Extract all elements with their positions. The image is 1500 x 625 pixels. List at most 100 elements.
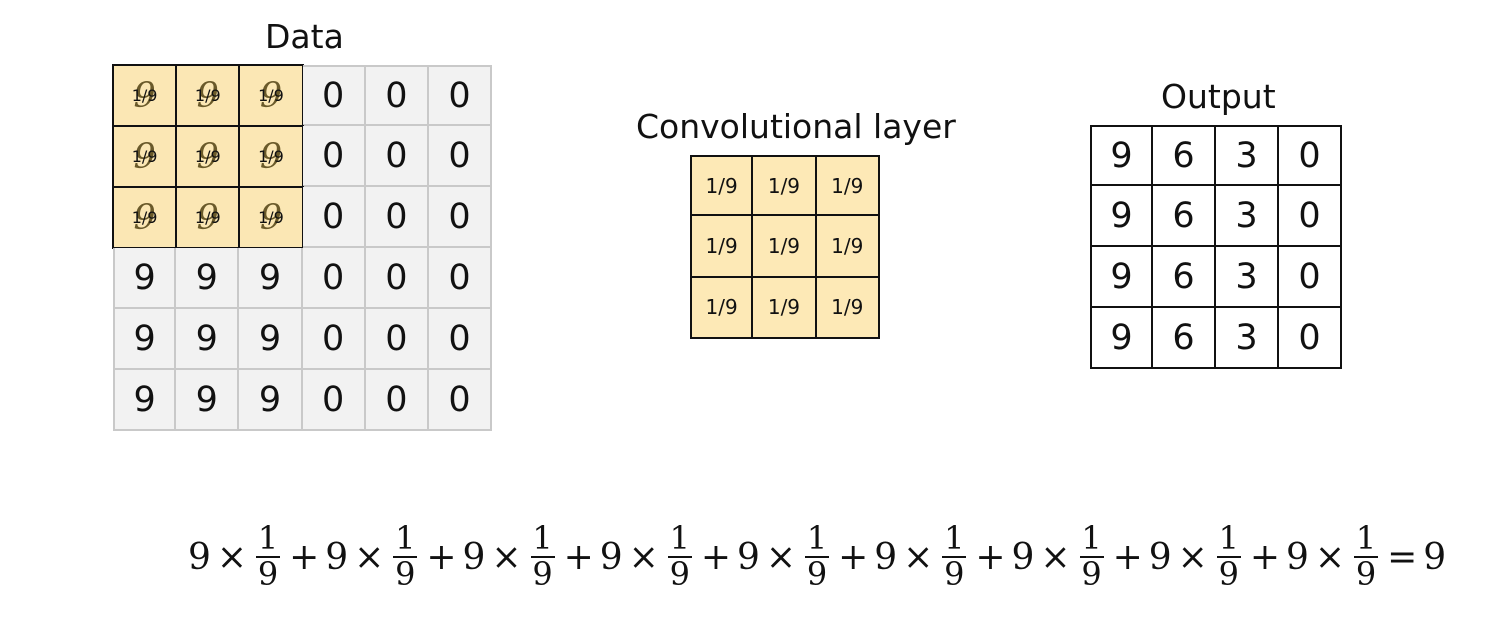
output-cell: 3 — [1216, 125, 1279, 186]
numerator: 1 — [1218, 519, 1239, 558]
denominator: 9 — [806, 555, 828, 593]
kernel-cell: 1/9 — [753, 155, 817, 217]
output-cell: 0 — [1279, 247, 1342, 308]
term-value: 9 — [874, 536, 898, 578]
denominator: 9 — [669, 555, 690, 593]
term-value: 9 — [1148, 536, 1172, 578]
output-cell: 6 — [1153, 247, 1216, 308]
data-cell-value: 9 — [258, 257, 282, 298]
data-cell-weight: 1/9 — [194, 147, 221, 166]
numerator: 1 — [1355, 519, 1377, 558]
data-cell: 0 — [365, 126, 429, 187]
kernel-cell: 1/9 — [753, 216, 817, 278]
data-cell: 0 — [365, 65, 429, 126]
data-cell-value: 0 — [448, 196, 471, 237]
data-cell: 9 — [113, 309, 177, 370]
data-cell: 0 — [428, 65, 493, 126]
data-cell: 9 — [176, 248, 240, 309]
data-cell: 9 1/9 — [175, 186, 241, 249]
data-cell-weight: 1/9 — [131, 86, 158, 105]
data-cell-weight: 1/9 — [131, 147, 158, 166]
times-sign: × — [628, 536, 659, 578]
output-cell: 6 — [1153, 186, 1216, 247]
fraction: 19 — [1079, 519, 1104, 591]
times-sign: × — [903, 536, 934, 578]
data-cell-value: 0 — [322, 379, 345, 420]
data-cell-weight: 1/9 — [194, 208, 221, 227]
data-title: Data — [265, 17, 344, 56]
data-cell: 0 — [428, 126, 493, 187]
data-cell: 0 — [428, 309, 493, 370]
term-value: 9 — [462, 536, 486, 578]
equation-term: 9 × 1 9 — [463, 522, 558, 591]
equation: 9 × 1 9 +9 × 1 9 +9 × 1 9 +9 × 1 9 +9 × 1 9 +9 × 1 9 +9 × 1 9 +9 × 1 9 +… — [188, 512, 1446, 602]
equation-term: 9 × 1 9 — [1149, 522, 1244, 591]
equation-result: 9 — [1423, 536, 1447, 578]
kernel-cell: 1/9 — [690, 216, 754, 278]
data-cell-value: 0 — [448, 257, 471, 298]
fraction: 19 — [805, 519, 830, 593]
data-cell-value: 0 — [322, 135, 345, 176]
equation-term: 9 × 1 9 — [188, 522, 283, 591]
denominator: 9 — [1218, 555, 1239, 593]
term-value: 9 — [737, 536, 760, 578]
output-cell: 0 — [1279, 186, 1342, 247]
term-value: 9 — [188, 536, 211, 578]
output-cell: 9 — [1090, 247, 1153, 308]
data-cell-value: 0 — [385, 318, 408, 359]
data-cell: 0 — [365, 370, 429, 431]
data-cell: 9 1/9 — [112, 125, 178, 188]
output-cell: 3 — [1216, 247, 1279, 308]
denominator: 9 — [395, 555, 416, 593]
data-cell: 0 — [365, 248, 429, 309]
data-cell-value: 0 — [322, 196, 345, 237]
numerator: 1 — [395, 519, 416, 558]
term-value: 9 — [1011, 536, 1035, 578]
data-cell-value: 9 — [195, 379, 218, 420]
data-cell: 0 — [302, 187, 366, 248]
numerator: 1 — [806, 519, 828, 558]
equals-sign: = — [1387, 536, 1418, 578]
data-cell: 9 — [239, 370, 303, 431]
equation-term: 9 × 1 9 — [1012, 522, 1107, 591]
data-cell-weight: 1/9 — [194, 86, 221, 105]
data-cell-value: 0 — [448, 379, 471, 420]
data-cell: 9 — [239, 309, 303, 370]
data-cell: 0 — [365, 309, 429, 370]
kernel-cell: 1/9 — [690, 277, 754, 339]
data-cell-value: 9 — [195, 257, 218, 298]
data-cell-value: 0 — [385, 379, 408, 420]
fraction: 19 — [1216, 519, 1241, 593]
data-cell: 9 — [113, 248, 177, 309]
denominator: 9 — [1355, 555, 1377, 593]
kernel-grid: 1/9 1/9 1/9 1/9 1/9 1/9 1/9 1/9 1/9 — [690, 155, 880, 339]
data-cell: 9 1/9 — [175, 64, 241, 127]
data-cell-value: 9 — [195, 318, 218, 359]
plus-sign: + — [975, 536, 1006, 578]
data-cell: 9 1/9 — [238, 125, 304, 188]
denominator: 9 — [532, 555, 553, 593]
data-cell-value: 0 — [448, 318, 471, 359]
times-sign: × — [491, 536, 522, 578]
fraction: 19 — [530, 522, 555, 593]
equation-term: 9 × 1 9 — [737, 522, 832, 591]
numerator: 1 — [669, 519, 690, 558]
fraction: 19 — [1354, 519, 1379, 593]
data-cell: 9 — [239, 248, 303, 309]
data-cell-value: 0 — [385, 257, 408, 298]
equation-term: 9 × 1 9 — [325, 522, 420, 591]
numerator: 1 — [944, 519, 965, 558]
data-cell-value: 9 — [133, 257, 156, 298]
data-cell: 0 — [302, 65, 366, 126]
term-value: 9 — [325, 536, 349, 578]
numerator: 1 — [257, 519, 279, 558]
data-cell-weight: 1/9 — [258, 147, 284, 166]
fraction: 19 — [256, 519, 281, 593]
denominator: 9 — [257, 555, 279, 593]
data-cell: 9 1/9 — [112, 186, 178, 249]
kernel-cell: 1/9 — [816, 216, 880, 278]
fraction: 19 — [667, 519, 692, 593]
numerator: 1 — [1081, 519, 1102, 558]
data-grid: 9 1/9 9 1/9 9 1/9 0 0 0 9 1/9 9 1/9 9 1/9 0 0 0 9 1/9 9 1/9 9 1… — [112, 64, 493, 431]
fraction: 19 — [393, 519, 418, 593]
